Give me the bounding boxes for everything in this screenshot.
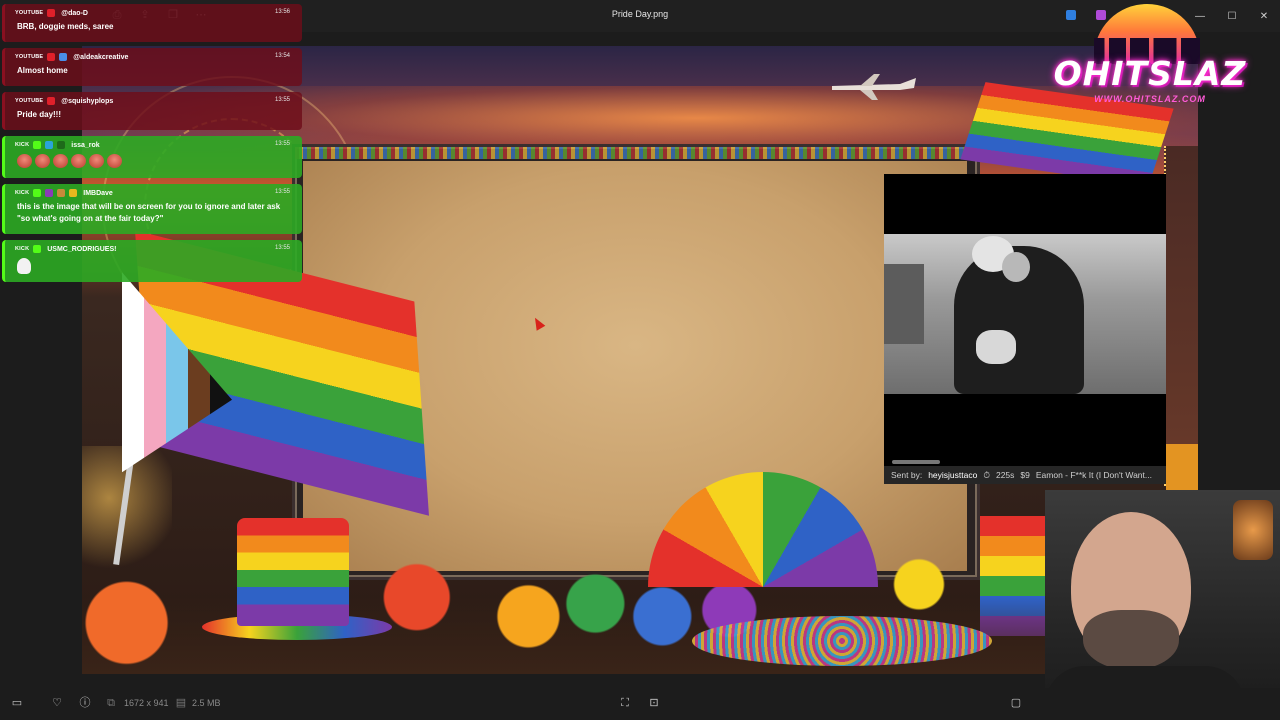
chat-username: @squishyplops: [61, 97, 114, 105]
chat-username: IMBDave: [83, 189, 113, 197]
song-title: Eamon - F**k It (I Don't Want...: [1035, 470, 1152, 480]
chat-message: KICK IMBDave 13:55 this is the image tha…: [2, 184, 302, 234]
video-building: [884, 264, 924, 344]
emote-icon: [53, 154, 68, 168]
timer-icon: ⏱: [983, 469, 990, 480]
emote-icon: [35, 154, 50, 168]
image-dimensions: 1672 x 941: [124, 698, 169, 708]
chat-timestamp: 13:55: [274, 141, 290, 147]
sent-by-label: Sent by:: [891, 470, 923, 480]
kick-icon: [33, 141, 42, 149]
webcam-feed: [1045, 490, 1280, 720]
chat-username: @aldeakcreative: [73, 53, 129, 61]
chat-message-header: KICK USMC_RODRIGUES! 13:55: [15, 243, 294, 255]
video-face: [1002, 252, 1030, 282]
duration: 225s: [995, 470, 1015, 480]
photo-viewer-window: ⎙ ⇪ ❐ ⋯ Pride Day.png — ☐ ✕: [0, 0, 1280, 720]
wrench-icon: [59, 53, 68, 61]
emote-row: [15, 151, 294, 172]
status-bar: ▭ ♡ ⓘ ⧉ 1672 x 941 ▤ 2.5 MB ⛶ ⊡ ▢: [0, 688, 1280, 720]
glitter-top-hat: [237, 518, 349, 626]
filmstrip-icon[interactable]: ▭: [10, 696, 24, 710]
youtube-icon: [47, 9, 56, 17]
chat-message-header: YOUTUBE @squishyplops 13:55: [15, 95, 294, 107]
emote-icon: [107, 154, 122, 168]
chat-message: KICK USMC_RODRIGUES! 13:55: [2, 240, 302, 282]
kick-icon: [33, 189, 42, 197]
chat-username: USMC_RODRIGUES!: [47, 245, 117, 253]
platform-label: KICK: [15, 246, 30, 252]
media-progress-bar: [892, 460, 940, 464]
media-share-widget: Sent by: heyisjusttaco ⏱ 225s $9 Eamon -…: [884, 174, 1166, 484]
platform-label: YOUTUBE: [15, 98, 44, 104]
chat-message-header: YOUTUBE @dao-D 13:56: [15, 7, 294, 19]
chat-username: @dao-D: [61, 9, 88, 17]
chat-message-header: YOUTUBE @aldeakcreative 13:54: [15, 51, 294, 63]
youtube-icon: [47, 97, 56, 105]
zoom-fit-icon[interactable]: ⛶: [618, 696, 632, 710]
airplane-icon: [832, 74, 916, 100]
platform-label: KICK: [15, 142, 30, 148]
chat-text: Pride day!!!: [17, 110, 62, 119]
chat-message: YOUTUBE @aldeakcreative 13:54 Almost hom…: [2, 48, 302, 86]
badge-icon: [57, 141, 66, 149]
emote-icon: [17, 154, 32, 168]
chat-message-header: KICK issa_rok 13:55: [15, 139, 294, 151]
fullscreen-icon[interactable]: ▢: [1009, 696, 1023, 710]
chat-timestamp: 13:55: [274, 245, 290, 251]
chat-message: YOUTUBE @dao-D 13:56 BRB, doggie meds, s…: [2, 4, 302, 42]
info-icon[interactable]: ⓘ: [78, 696, 92, 710]
badge-icon: [45, 141, 54, 149]
chat-message-header: KICK IMBDave 13:55: [15, 187, 294, 199]
price: $9: [1020, 470, 1030, 480]
chat-text: BRB, doggie meds, saree: [17, 22, 114, 31]
platform-label: YOUTUBE: [15, 10, 44, 16]
chat-timestamp: 13:56: [274, 9, 290, 15]
badge-icon: [69, 189, 78, 197]
chat-username: issa_rok: [71, 141, 100, 149]
dimensions-icon: ⧉: [107, 697, 115, 709]
kick-icon: [33, 245, 42, 253]
media-video: [884, 234, 1166, 394]
chat-message: YOUTUBE @squishyplops 13:55 Pride day!!!: [2, 92, 302, 130]
streamer-logo: OHITSLAZ WWW.OHITSLAZ.COM: [1030, 4, 1270, 108]
glitter-trim: [295, 147, 977, 159]
youtube-icon: [47, 53, 56, 61]
media-info-bar: Sent by: heyisjusttaco ⏱ 225s $9 Eamon -…: [884, 466, 1166, 484]
fair-building: [1164, 146, 1198, 486]
file-size: 2.5 MB: [192, 698, 221, 708]
bead-necklaces: [692, 616, 992, 666]
chat-text: Almost home: [17, 66, 68, 75]
chat-timestamp: 13:54: [274, 53, 290, 59]
favorite-icon[interactable]: ♡: [50, 696, 64, 710]
chat-timestamp: 13:55: [274, 189, 290, 195]
emote-icon: [71, 154, 86, 168]
streamer-beard: [1083, 610, 1179, 670]
badge-icon: [45, 189, 54, 197]
badge-icon: [57, 189, 66, 197]
sender-name: heyisjusttaco: [928, 470, 978, 480]
chat-text: this is the image that will be on screen…: [17, 202, 281, 223]
emote-icon: [89, 154, 104, 168]
logo-url: WWW.OHITSLAZ.COM: [1094, 94, 1206, 104]
chat-timestamp: 13:55: [274, 97, 290, 103]
image-edge-strip: [1166, 444, 1198, 490]
platform-label: YOUTUBE: [15, 54, 44, 60]
ghost-emote-icon: [17, 258, 31, 274]
logo-title: OHITSLAZ: [1053, 54, 1247, 93]
file-size-icon: ▤: [175, 697, 187, 709]
mushroom-lamp: [1233, 500, 1273, 560]
platform-label: KICK: [15, 190, 30, 196]
chat-message: KICK issa_rok 13:55: [2, 136, 302, 178]
video-hand: [976, 330, 1016, 364]
visual-search-icon[interactable]: ⊡: [647, 696, 661, 710]
